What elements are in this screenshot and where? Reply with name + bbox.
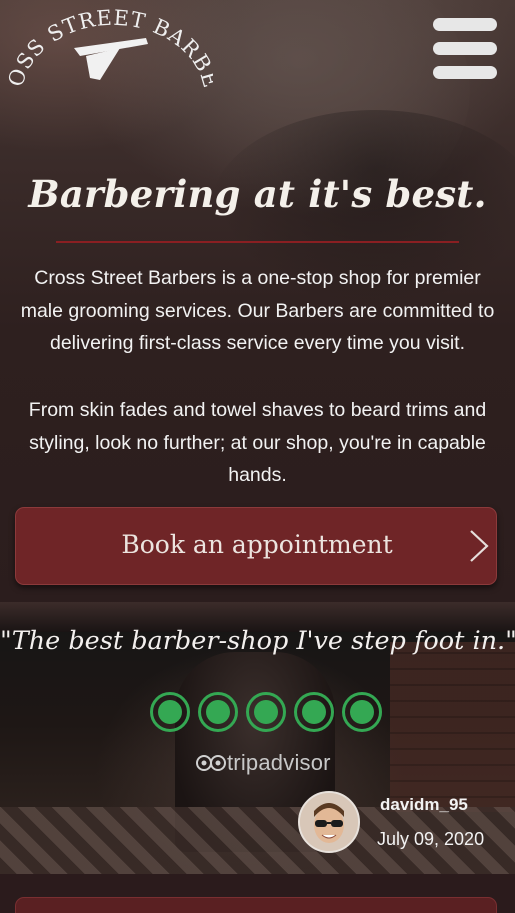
- title-divider: [56, 241, 459, 243]
- menu-bar: [433, 66, 497, 79]
- hamburger-menu-icon[interactable]: [433, 18, 499, 82]
- book-appointment-label: Book an appointment: [121, 530, 393, 559]
- tripadvisor-owl-icon: [196, 755, 226, 771]
- straight-razor-icon: [74, 38, 148, 80]
- rating-bubble-icon: [294, 692, 334, 732]
- tripadvisor-wordmark-suffix: advisor: [258, 750, 331, 775]
- hero-title: Barbering at it's best.: [28, 172, 487, 216]
- rating-bubble-icon: [342, 692, 382, 732]
- tripadvisor-rating: [149, 691, 383, 735]
- review-date: July 09, 2020: [377, 829, 485, 849]
- logo-mark: CROSS STREET BARBERS: [0, 0, 222, 91]
- tripadvisor-wordmark: tripadvisor: [227, 750, 331, 776]
- reviewer-name: davidm_95: [380, 795, 468, 814]
- reviewer-photo: [300, 793, 358, 851]
- tripadvisor-wordmark-prefix: trip: [227, 750, 259, 775]
- rating-bubble-icon: [246, 692, 286, 732]
- reviewer-avatar: [298, 791, 360, 853]
- rating-bubble-icon: [150, 692, 190, 732]
- tripadvisor-logo[interactable]: tripadvisor: [196, 750, 346, 776]
- chevron-right-icon: [470, 530, 489, 562]
- next-section-button[interactable]: [15, 897, 497, 913]
- testimonial-section: "The best barber-shop I've step foot in.…: [0, 602, 515, 874]
- menu-bar: [433, 42, 497, 55]
- menu-bar: [433, 18, 497, 31]
- hero-section: CROSS STREET BARBERS Barbering at it's b…: [0, 0, 515, 602]
- testimonial-quote: "The best barber-shop I've step foot in.…: [0, 626, 515, 656]
- logo[interactable]: CROSS STREET BARBERS: [0, 0, 222, 92]
- background-brick-wall: [390, 642, 515, 812]
- hero-paragraph-intro: Cross Street Barbers is a one-stop shop …: [20, 267, 495, 354]
- rating-bubble-icon: [198, 692, 238, 732]
- next-section: [0, 874, 515, 913]
- hero-paragraph-services: From skin fades and towel shaves to bear…: [28, 399, 487, 486]
- book-appointment-button[interactable]: Book an appointment: [15, 507, 497, 585]
